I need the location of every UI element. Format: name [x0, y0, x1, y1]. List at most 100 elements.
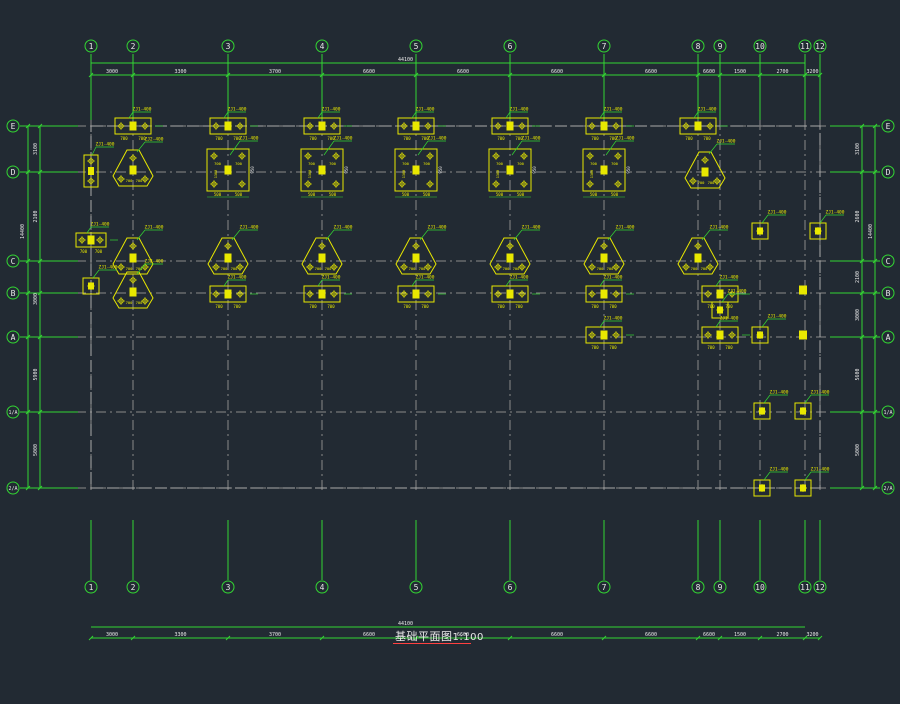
- column: [412, 165, 420, 175]
- footing-label: ZJ1-400: [228, 275, 247, 281]
- column: [129, 287, 137, 297]
- footing-label: ZJ1-400: [811, 390, 830, 396]
- dimension-label: 3200: [806, 632, 818, 638]
- column: [318, 289, 326, 299]
- footing-dim: 1300: [214, 170, 218, 178]
- column: [318, 165, 326, 175]
- footing-dim: 700: [513, 266, 521, 271]
- footing-dim: 500: [517, 192, 525, 197]
- footing-dim: 700: [497, 136, 505, 141]
- leader-line: [804, 394, 812, 404]
- footing-dim: 700: [309, 136, 317, 141]
- axis-label-x: 4: [320, 583, 325, 592]
- footing-label: ZJ1-400: [604, 275, 623, 281]
- column: [694, 121, 702, 131]
- footing-dim: 700: [597, 266, 605, 271]
- leader-line: [505, 111, 511, 119]
- footing-dim: 700: [231, 266, 239, 271]
- column: [129, 253, 137, 263]
- leader-line: [86, 226, 92, 234]
- footing-label: ZJ1-400: [720, 275, 739, 281]
- column: [224, 165, 232, 175]
- footing-dim: 500: [611, 192, 619, 197]
- dimension-label: 6600: [645, 69, 657, 75]
- column: [800, 484, 806, 492]
- footing-label: ZJ1-400: [145, 225, 164, 231]
- leader-line: [763, 471, 771, 481]
- footing-dim: 700: [325, 266, 333, 271]
- footing-label: ZJ1-400: [240, 225, 259, 231]
- footing-label: ZJ1-400: [826, 210, 845, 216]
- leader-line: [419, 229, 429, 241]
- axis-label-y: A: [11, 333, 16, 342]
- axis-label-x: 1: [89, 42, 94, 51]
- footing-dim: 700: [315, 266, 323, 271]
- leader-line: [715, 320, 721, 328]
- axis-label-x: 7: [602, 42, 607, 51]
- dimension-label: 3700: [269, 69, 281, 75]
- leader-line: [505, 279, 511, 287]
- footing-dim: 500: [402, 192, 410, 197]
- axis-label-y: E: [11, 122, 16, 131]
- footing-label: ZJ1-400: [133, 107, 152, 113]
- leader-line: [715, 279, 721, 287]
- footing-label: ZJ1-400: [604, 316, 623, 322]
- footing-dim: 700: [126, 178, 134, 183]
- dimension-label: 1500: [734, 632, 746, 638]
- axis-label-x: 3: [226, 583, 231, 592]
- dimension-right-label: 3100: [855, 143, 861, 155]
- leader-line: [804, 471, 812, 481]
- column: [129, 165, 137, 175]
- footing-dim: 700: [609, 345, 617, 350]
- leader-line: [229, 140, 241, 156]
- footing-dim: 500: [590, 192, 598, 197]
- footing-label: ZJ1-400: [522, 136, 541, 142]
- dimension-left-total: 14400: [20, 224, 26, 239]
- column: [800, 407, 806, 415]
- footing-dim: 700: [423, 161, 431, 166]
- column: [412, 289, 420, 299]
- leader-line: [411, 111, 417, 119]
- footing-dim: 700: [707, 304, 715, 309]
- footing-dim: 500: [308, 192, 316, 197]
- footing-dim: 700: [120, 136, 128, 141]
- axis-label-x: 2: [131, 42, 136, 51]
- axis-label-x: 10: [755, 42, 765, 51]
- footing-dim: 700: [419, 266, 427, 271]
- footing-dim: 700: [235, 161, 243, 166]
- footing-dim: 700: [609, 304, 617, 309]
- footing-dim: 950: [438, 166, 443, 174]
- leader-line: [323, 140, 335, 156]
- axis-label-x: 5: [414, 42, 419, 51]
- column: [224, 121, 232, 131]
- footing-dim: 700: [95, 249, 103, 254]
- footing-label: ZJ1-400: [522, 225, 541, 231]
- leader-line: [136, 141, 146, 153]
- footing-dim: 700: [496, 161, 504, 166]
- leader-line: [513, 229, 523, 241]
- foundation-plan: 441003000 3300 3700 6600 6600 6600 6600 6600 150…: [6, 39, 895, 641]
- column: [815, 227, 821, 235]
- axis-label-x: 1: [89, 583, 94, 592]
- footing-label: ZJ1-400: [416, 275, 435, 281]
- dimension-label: 1500: [734, 69, 746, 75]
- footing-dim: 700: [591, 345, 599, 350]
- leader-line: [761, 214, 769, 224]
- column: [318, 253, 326, 263]
- column: [224, 289, 232, 299]
- footing-label: ZJ1-400: [334, 136, 353, 142]
- footing-label: ZJ1-400: [770, 390, 789, 396]
- axis-label-x: 12: [815, 583, 825, 592]
- dimension-label: 6600: [551, 69, 563, 75]
- axis-label-y: 2/A: [8, 486, 17, 492]
- footing-dim: 700: [80, 249, 88, 254]
- footing-dim: 700: [329, 161, 337, 166]
- column: [759, 484, 765, 492]
- drawing-scale: 1:100: [452, 632, 484, 643]
- footing-dim: 700: [515, 304, 523, 309]
- footing-label: ZJ1-400: [717, 139, 736, 145]
- footing-label: ZJ1-400: [768, 314, 787, 320]
- footing-dim: 700: [136, 300, 144, 305]
- leader-line: [231, 229, 241, 241]
- footing-dim: 700: [591, 304, 599, 309]
